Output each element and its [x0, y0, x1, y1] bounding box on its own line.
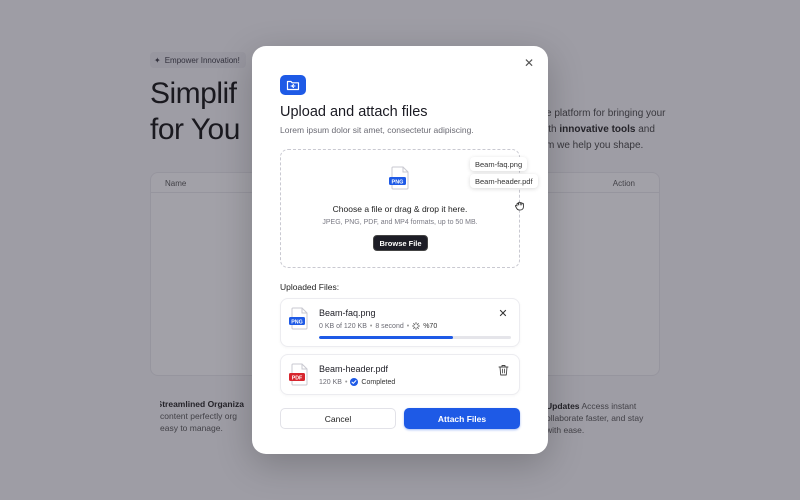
separator-dot: • — [369, 322, 373, 330]
uploaded-file-card: PDF Beam-header.pdf 120 KB • Completed — [280, 354, 520, 395]
file-meta: 0 KB of 120 KB • 8 second • %70 — [319, 322, 437, 330]
file-size: 120 KB — [319, 378, 342, 386]
dragged-file-chip: Beam-faq.png — [470, 157, 528, 171]
cancel-button[interactable]: Cancel — [280, 408, 396, 429]
browse-file-button[interactable]: Browse File — [373, 235, 428, 251]
trash-icon[interactable] — [498, 364, 509, 376]
folder-upload-icon — [280, 75, 306, 95]
upload-progress-bar — [319, 336, 511, 339]
attach-files-button[interactable]: Attach Files — [404, 408, 520, 429]
png-label: PNG — [392, 179, 404, 185]
dragged-file-chip: Beam-header.pdf — [470, 174, 538, 188]
folder-glyph — [286, 80, 300, 91]
loading-spinner-icon — [412, 322, 421, 330]
png-file-icon: PNG — [389, 166, 409, 190]
file-type-label: PDF — [292, 375, 303, 381]
upload-modal: ✕ Upload and attach files Lorem ipsum do… — [252, 46, 548, 454]
separator-dot: • — [344, 378, 348, 386]
close-icon[interactable]: ✕ — [522, 56, 536, 70]
png-file-icon: PNG — [289, 307, 308, 330]
file-meta: 120 KB • Completed — [319, 378, 395, 386]
modal-subtitle: Lorem ipsum dolor sit amet, consectetur … — [280, 125, 474, 135]
uploaded-file-card: PNG Beam-faq.png 0 KB of 120 KB • 8 seco… — [280, 298, 520, 347]
modal-title: Upload and attach files — [280, 104, 428, 120]
file-name: Beam-header.pdf — [319, 364, 389, 374]
uploaded-files-label: Uploaded Files: — [280, 282, 340, 292]
file-type-label: PNG — [291, 319, 302, 325]
upload-progress-fill — [319, 336, 454, 339]
grab-cursor-icon — [515, 201, 524, 211]
upload-status: Completed — [361, 378, 396, 386]
dropzone-formats: JPEG, PNG, PDF, and MP4 formats, up to 5… — [322, 219, 478, 226]
upload-percent: %70 — [423, 322, 438, 330]
file-size: 0 KB of 120 KB — [319, 322, 367, 330]
check-circle-icon — [350, 378, 359, 386]
file-name: Beam-faq.png — [319, 308, 376, 318]
separator-dot: • — [406, 322, 410, 330]
cancel-upload-icon[interactable]: ✕ — [497, 308, 509, 320]
dropzone-title: Choose a file or drag & drop it here. — [332, 204, 468, 214]
pdf-file-icon: PDF — [289, 363, 308, 386]
check-glyph — [351, 380, 357, 384]
file-time-remaining: 8 second — [375, 322, 404, 330]
